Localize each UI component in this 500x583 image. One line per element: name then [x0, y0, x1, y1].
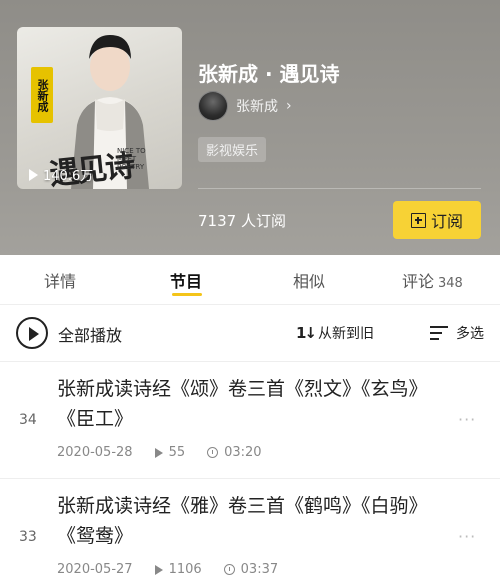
sort-order-icon: 1↓	[296, 324, 317, 342]
episode-duration: 03:37	[240, 562, 279, 577]
clock-icon	[223, 564, 235, 575]
play-count-icon	[154, 447, 163, 458]
list-check-icon	[430, 326, 448, 340]
add-box-icon	[410, 212, 426, 228]
play-count-value: 140.6万	[43, 169, 94, 184]
album-cover[interactable]: 张新成 遇见诗 NICE TO MEET POETRY 140.6万	[17, 27, 182, 189]
play-count-icon	[29, 168, 38, 181]
episode-plays: 55	[168, 445, 186, 460]
episode-title: 张新成读诗经《颂》卷三首《烈文》《玄鸟》《臣工》	[57, 378, 428, 430]
subscriber-count: 7137 人订阅	[198, 212, 286, 230]
cover-play-count: 140.6万	[29, 165, 93, 184]
tab-episodes[interactable]: 节目	[170, 268, 202, 292]
album-header: 张新成 遇见诗 NICE TO MEET POETRY 140.6万 张新成 ·…	[0, 0, 500, 255]
tab-bar: 详情 节目 相似 评论 348	[0, 255, 500, 305]
multi-select-label: 多选	[456, 326, 484, 342]
tab-similar-label: 相似	[293, 272, 326, 291]
clock-icon	[207, 447, 219, 458]
author-name: 张新成	[236, 99, 278, 115]
tab-similar[interactable]: 相似	[293, 268, 325, 292]
play-circle-icon[interactable]	[16, 317, 48, 349]
play-count-icon	[154, 564, 163, 575]
episode-plays: 1106	[168, 562, 202, 577]
subscribe-label: 订阅	[430, 212, 463, 231]
multi-select-button[interactable]: 多选	[430, 323, 484, 343]
tab-details[interactable]: 详情	[44, 268, 76, 292]
cover-art-subtitle: NICE TO MEET POETRY	[117, 147, 146, 171]
category-tag[interactable]: 影视娱乐	[198, 137, 267, 162]
comment-count: 348	[438, 276, 463, 291]
cover-badge: 张新成	[31, 67, 53, 123]
episode-number: 33	[19, 529, 37, 545]
episode-meta: 2020-05-28 55 03:20	[57, 445, 262, 460]
tab-episodes-label: 节目	[170, 272, 203, 291]
tab-details-label: 详情	[44, 272, 77, 291]
subscribe-button[interactable]: 订阅	[393, 201, 481, 239]
active-tab-indicator	[172, 293, 202, 296]
author-link[interactable]: 张新成 ›	[198, 91, 292, 121]
list-item[interactable]: 33 张新成读诗经《雅》卷三首《鹤鸣》《白驹》《鸳鸯》 2020-05-27 1…	[0, 479, 500, 583]
album-title: 张新成 · 遇见诗	[198, 62, 340, 86]
more-options-icon[interactable]: ···	[458, 527, 476, 546]
episode-date: 2020-05-28	[57, 445, 133, 460]
episode-meta: 2020-05-27 1106 03:37	[57, 562, 278, 577]
list-item[interactable]: 34 张新成读诗经《颂》卷三首《烈文》《玄鸟》《臣工》 2020-05-28 5…	[0, 362, 500, 477]
header-divider	[198, 188, 481, 189]
episode-title: 张新成读诗经《雅》卷三首《鹤鸣》《白驹》《鸳鸯》	[57, 495, 428, 547]
tab-comments-label: 评论	[402, 272, 435, 291]
sort-label: 从新到旧	[318, 326, 375, 342]
chevron-right-icon: ›	[286, 98, 292, 114]
sort-button[interactable]: 1↓ 从新到旧	[296, 323, 374, 343]
tab-comments[interactable]: 评论 348	[402, 268, 463, 292]
episode-duration: 03:20	[224, 445, 262, 460]
play-all-button[interactable]: 全部播放	[58, 322, 122, 346]
episode-number: 34	[19, 412, 37, 428]
avatar	[198, 91, 228, 121]
more-options-icon[interactable]: ···	[458, 410, 476, 429]
episode-toolbar: 全部播放 1↓ 从新到旧 多选	[0, 305, 500, 362]
episode-date: 2020-05-27	[57, 562, 133, 577]
